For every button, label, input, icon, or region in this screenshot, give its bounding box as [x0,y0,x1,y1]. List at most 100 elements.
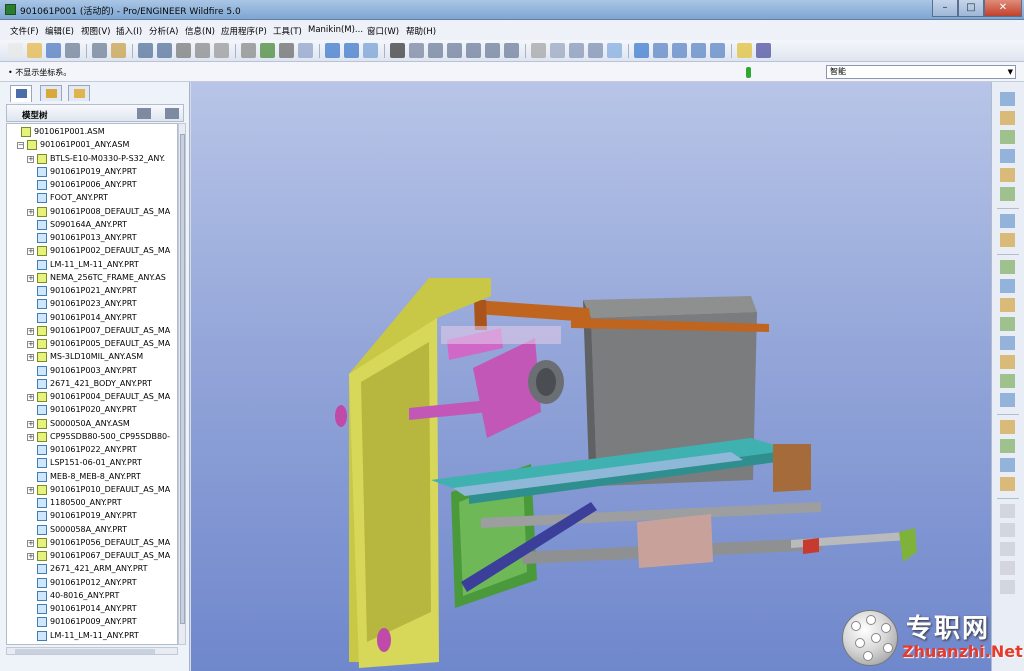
mirror-icon[interactable] [1000,279,1015,293]
tree-row[interactable]: +901061P010_DEFAULT_AS_MA [7,484,177,497]
datum-curve-icon[interactable] [1000,149,1015,163]
pan-icon[interactable] [409,43,424,58]
datum-point-icon[interactable] [1000,168,1015,182]
spin-center-icon[interactable] [344,43,359,58]
offset-icon[interactable] [1000,561,1015,575]
tree-row[interactable]: 901061P014_ANY.PRT [7,312,177,325]
expand-icon[interactable]: + [27,155,34,163]
menu-file[interactable]: 文件(F) [10,25,39,37]
tree-row[interactable]: LM-11_LM-11_ANY.PRT [7,630,177,643]
tree-row[interactable]: +901061P002_DEFAULT_AS_MA [7,245,177,258]
menu-window[interactable]: 窗口(W) [367,25,399,37]
tree-row[interactable]: FOOT_ANY.PRT [7,192,177,205]
expand-icon[interactable]: + [27,539,34,547]
cut-icon[interactable] [176,43,191,58]
expand-icon[interactable]: + [27,208,34,216]
reorient-icon[interactable] [485,43,500,58]
scroll-thumb[interactable] [180,134,185,624]
menu-info[interactable]: 信息(N) [185,25,215,37]
coordinate-system-icon[interactable] [1000,187,1015,201]
datum-axes-icon[interactable] [672,43,687,58]
annotations-icon[interactable] [737,43,752,58]
tree-row[interactable]: 901061P012_ANY.PRT [7,577,177,590]
tree-settings-icon[interactable] [137,108,151,119]
tree-row[interactable]: 901061P019_ANY.PRT [7,166,177,179]
tree-row[interactable]: 901061P022_ANY.PRT [7,444,177,457]
expand-icon[interactable]: + [27,486,34,494]
menu-analysis[interactable]: 分析(A) [149,25,178,37]
assemble-icon[interactable] [1000,233,1015,247]
paste-icon[interactable] [214,43,229,58]
rib-icon[interactable] [1000,439,1015,453]
layers-tab[interactable] [40,85,62,101]
copy-icon[interactable] [195,43,210,58]
shell-icon[interactable] [1000,420,1015,434]
undo-icon[interactable] [138,43,153,58]
tree-row[interactable]: +901061P008_DEFAULT_AS_MA [7,206,177,219]
select-box-icon[interactable] [298,43,313,58]
shade-icon[interactable] [390,43,405,58]
favorites-tab[interactable] [68,85,90,101]
regenerate-icon[interactable] [260,43,275,58]
menu-manikin[interactable]: Manikin(M)... [308,25,363,35]
new-icon[interactable] [8,43,23,58]
tree-row[interactable]: +901061P056_DEFAULT_AS_MA [7,537,177,550]
tree-row[interactable]: 901061P014_ANY.PRT [7,603,177,616]
save-icon[interactable] [46,43,61,58]
tree-row[interactable]: +901061P004_DEFAULT_AS_MA [7,391,177,404]
expand-icon[interactable]: + [27,274,34,282]
tree-row[interactable]: 2671_421_ARM_ANY.PRT [7,563,177,576]
tree-row[interactable]: +901061P005_DEFAULT_AS_MA [7,338,177,351]
expand-icon[interactable]: + [27,341,34,348]
tree-row[interactable]: 901061P019_ANY.PRT [7,510,177,523]
menu-edit[interactable]: 编辑(E) [45,25,74,37]
scroll-thumb[interactable] [15,649,155,654]
tree-row[interactable]: + NEMA_256TC_FRAME_ANY.AS [7,272,177,285]
paste-special-icon[interactable] [241,43,256,58]
zoom-in-icon[interactable] [428,43,443,58]
tree-show-icon[interactable] [165,108,179,119]
tree-row[interactable]: 901061P021_ANY.PRT [7,285,177,298]
extrude-icon[interactable] [1000,298,1015,312]
datum-plane-icon[interactable] [1000,92,1015,106]
expand-icon[interactable]: + [27,248,34,256]
tree-row[interactable]: 901061P023_ANY.PRT [7,298,177,311]
close-button[interactable]: ✕ [984,0,1022,17]
minimize-button[interactable]: – [932,0,958,17]
tree-row[interactable]: + MS-3LD10MIL_ANY.ASM [7,351,177,364]
hole-icon[interactable] [1000,393,1015,407]
tree-row[interactable]: 901061P009_ANY.PRT [7,616,177,629]
tree-row[interactable]: +901061P007_DEFAULT_AS_MA [7,325,177,338]
tree-row[interactable]: MEB-8_MEB-8_ANY.PRT [7,471,177,484]
expand-icon[interactable]: + [27,433,34,441]
print-icon[interactable] [65,43,80,58]
expand-icon[interactable]: + [27,354,34,362]
analysis-icon[interactable] [1000,214,1015,228]
tree-row[interactable]: LM-11_LM-11_ANY.PRT [7,259,177,272]
find-icon[interactable] [279,43,294,58]
round-icon[interactable] [1000,374,1015,388]
zoom-out-icon[interactable] [447,43,462,58]
layers-icon[interactable] [531,43,546,58]
expand-icon[interactable]: + [27,553,34,560]
style-icon[interactable] [1000,542,1015,556]
tree-row[interactable]: 901061P006_ANY.PRT [7,179,177,192]
cut-icon-r[interactable] [1000,504,1015,518]
hidden-line-icon[interactable] [569,43,584,58]
expand-icon[interactable]: + [27,420,34,428]
tree-row[interactable]: 901061P020_ANY.PRT [7,404,177,417]
no-hidden-icon[interactable] [588,43,603,58]
redo-icon[interactable] [157,43,172,58]
repaint-icon[interactable] [325,43,340,58]
orient-icon[interactable] [363,43,378,58]
enhanced-realism-icon[interactable] [634,43,649,58]
datum-points-icon[interactable] [691,43,706,58]
menu-insert[interactable]: 插入(I) [116,25,142,37]
collapse-icon[interactable]: − [17,142,24,150]
sweep-icon[interactable] [1000,336,1015,350]
tree-row[interactable]: S000058A_ANY.PRT [7,524,177,537]
pattern-icon[interactable] [1000,477,1015,491]
merge-icon[interactable] [1000,580,1015,594]
tree-row[interactable]: 901061P003_ANY.PRT [7,365,177,378]
revolve-icon[interactable] [1000,317,1015,331]
